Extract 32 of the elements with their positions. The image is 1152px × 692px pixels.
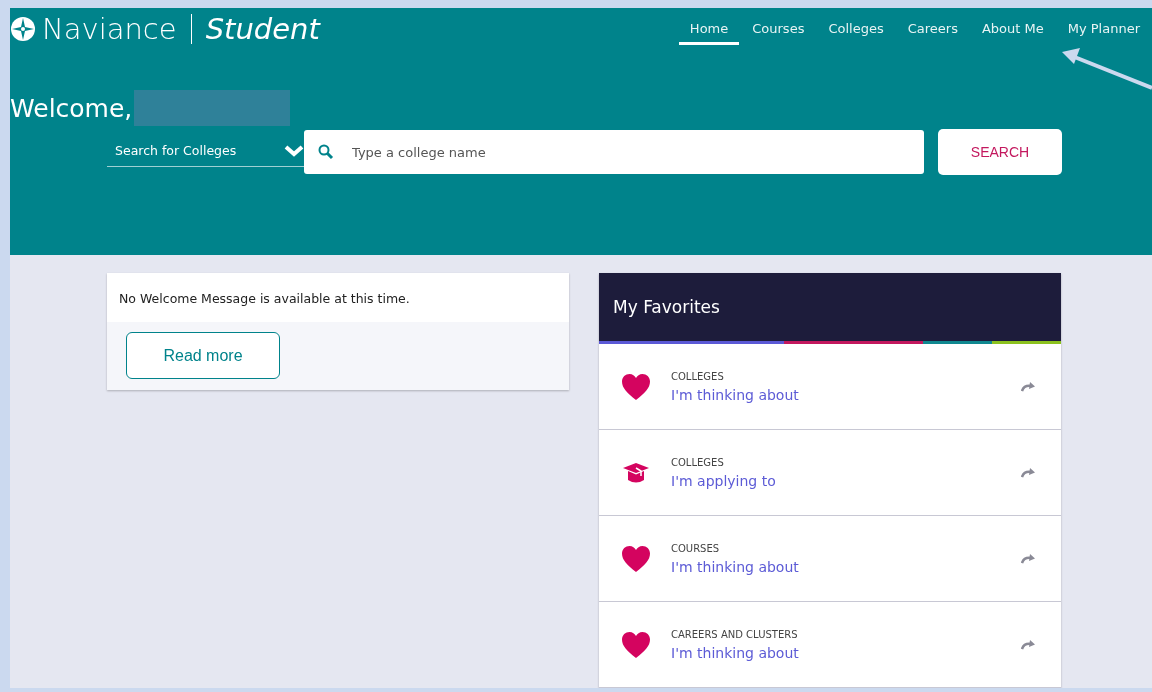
favorite-link[interactable]: I'm thinking about	[671, 558, 1001, 575]
share-arrow-icon[interactable]	[1021, 467, 1035, 478]
search-icon	[318, 144, 334, 160]
favorite-category: CAREERS AND CLUSTERS	[671, 628, 799, 640]
heart-icon	[621, 544, 651, 573]
favorites-title: My Favorites	[613, 297, 720, 317]
share-arrow-icon[interactable]	[1021, 639, 1035, 650]
heart-icon	[621, 630, 651, 659]
college-search-field[interactable]: Type a college name	[304, 130, 924, 174]
favorite-link[interactable]: I'm thinking about	[671, 386, 1001, 403]
nav-tab[interactable]: Home	[678, 19, 740, 45]
nav-tab[interactable]: Colleges	[817, 19, 895, 45]
favorite-link[interactable]: I'm thinking about	[671, 644, 1001, 661]
search-button[interactable]: SEARCH	[938, 129, 1062, 175]
favorite-category: COLLEGES	[671, 456, 725, 468]
product-name: Student	[205, 12, 320, 46]
graduation-cap-icon	[621, 460, 651, 485]
brand-name: Naviance	[42, 12, 177, 46]
chevron-down-icon	[284, 144, 304, 157]
favorite-category: COURSES	[671, 542, 721, 554]
favorite-link[interactable]: I'm applying to	[671, 472, 1001, 489]
heart-icon	[621, 372, 651, 401]
favorite-category: COLLEGES	[671, 370, 725, 382]
nav-tab[interactable]: Careers	[896, 19, 969, 45]
welcome-message-text: No Welcome Message is available at this time.	[118, 290, 410, 308]
share-arrow-icon[interactable]	[1021, 553, 1035, 564]
welcome-heading: Welcome,	[10, 93, 133, 123]
nav-tab[interactable]: About Me	[970, 19, 1055, 45]
nav-tab[interactable]: Courses	[741, 19, 816, 45]
read-more-button[interactable]: Read more	[126, 332, 280, 379]
nav-tab[interactable]: My Planner	[1056, 19, 1151, 45]
share-arrow-icon[interactable]	[1021, 381, 1035, 392]
